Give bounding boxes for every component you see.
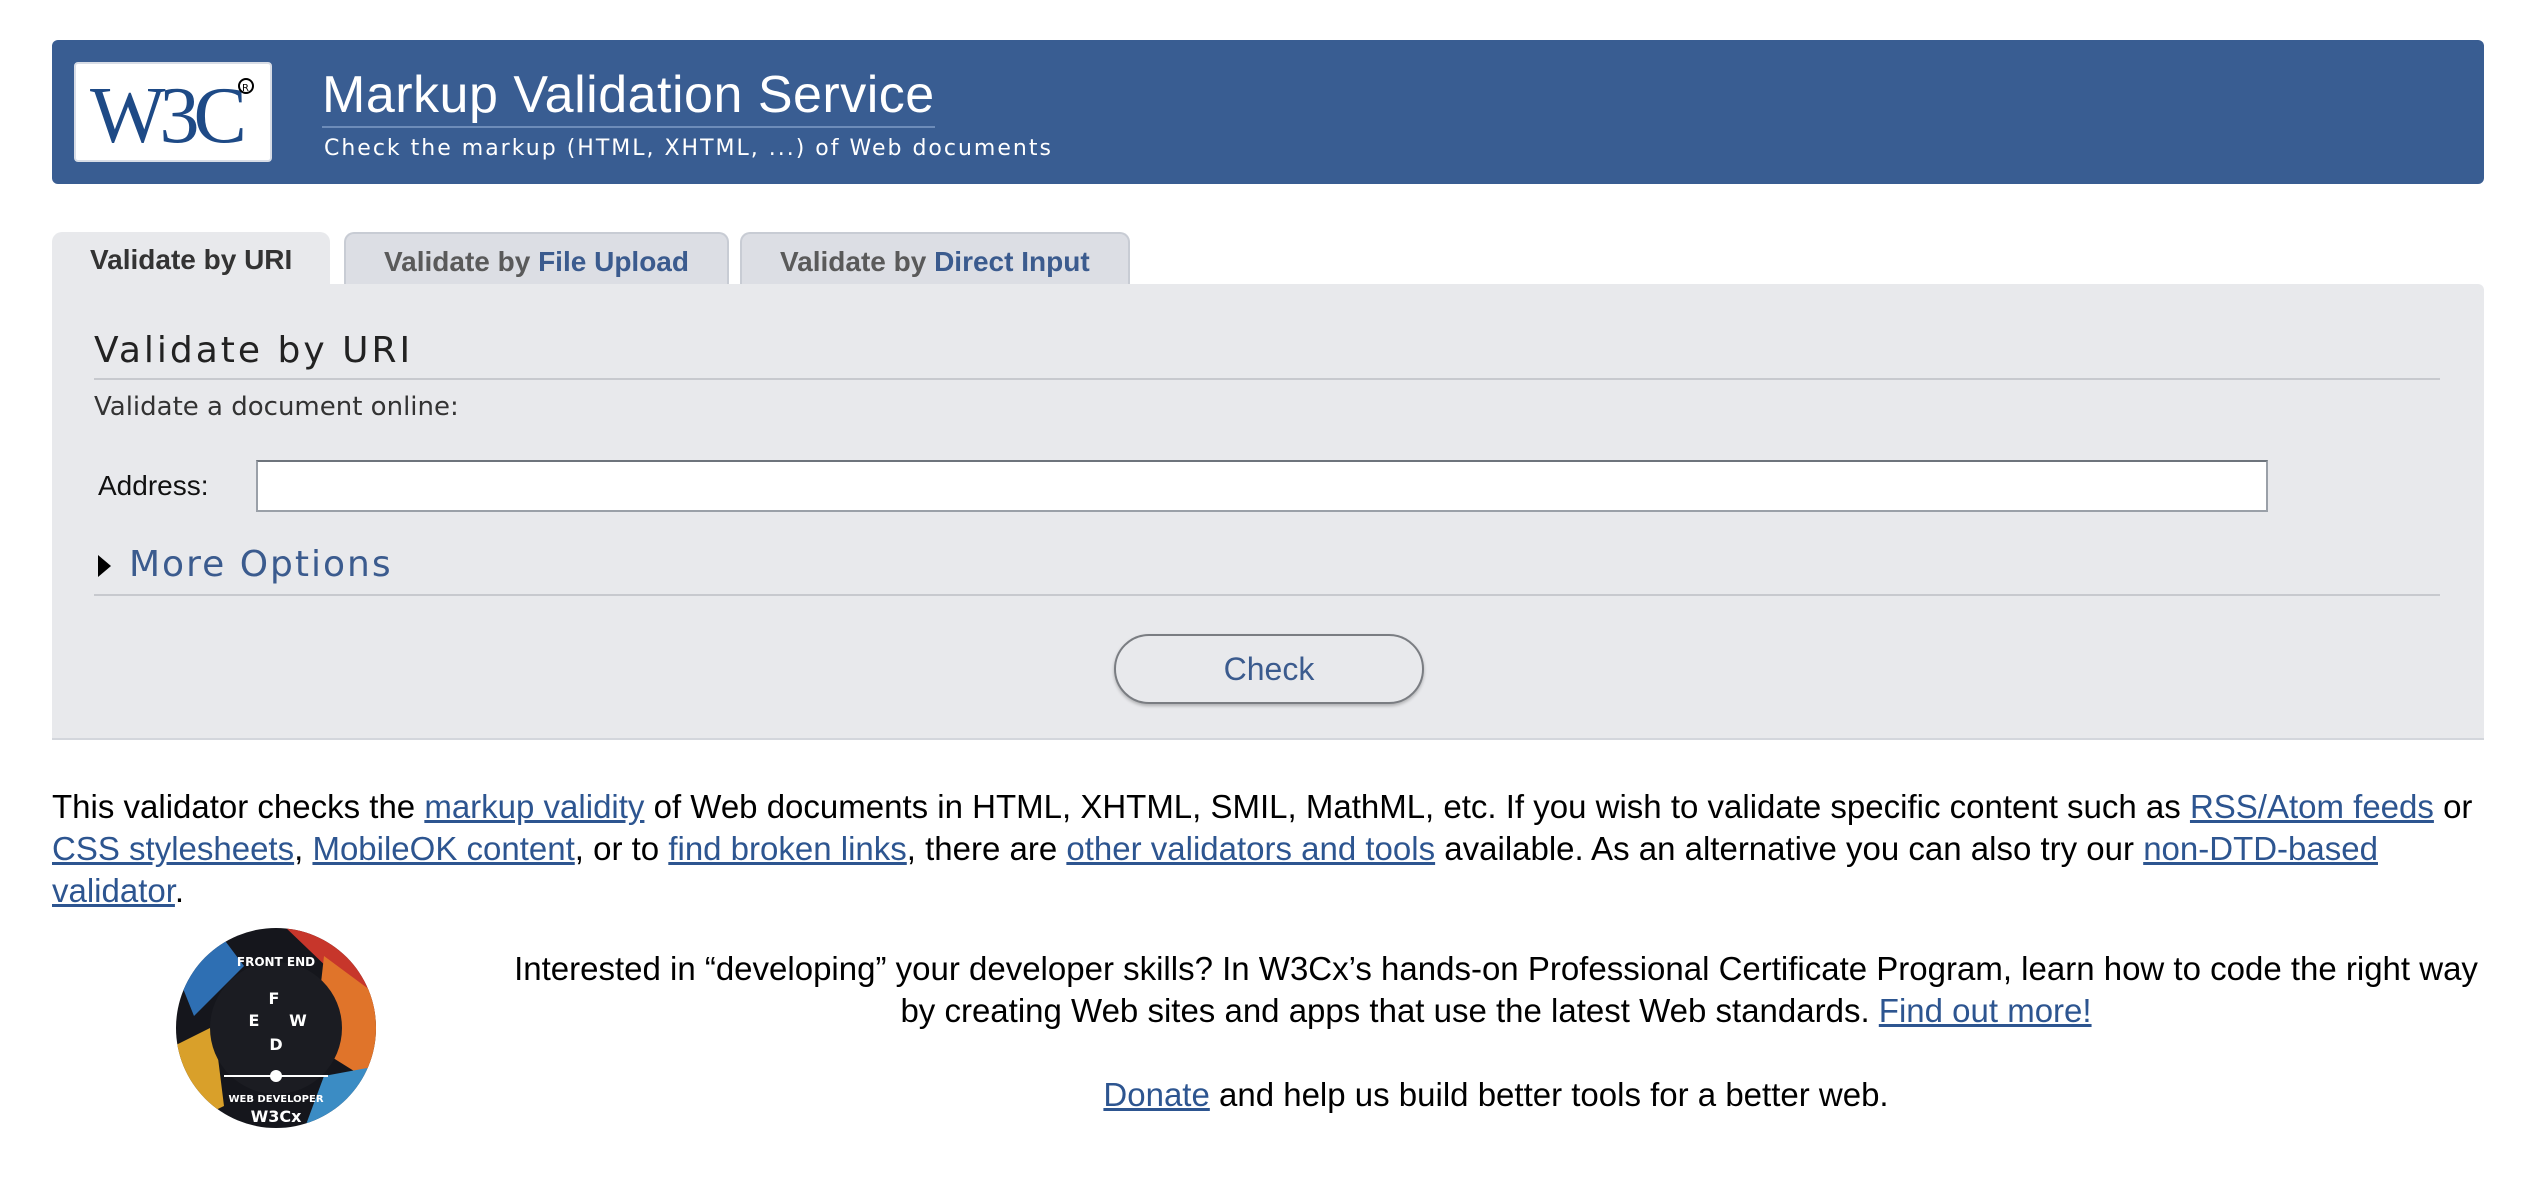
- badge-text: WEB DEVELOPER: [228, 1094, 323, 1105]
- link-find-broken-links[interactable]: find broken links: [668, 830, 906, 867]
- intro-paragraph: This validator checks the markup validit…: [52, 786, 2492, 912]
- svg-text:R: R: [242, 83, 249, 94]
- w3c-logo[interactable]: W3C R: [74, 62, 272, 162]
- link-markup-validity[interactable]: markup validity: [424, 788, 644, 825]
- promo-text: Interested in “developing” your develope…: [514, 950, 2478, 1029]
- more-options-label: More Options: [129, 544, 393, 585]
- heading-divider: [94, 378, 2440, 380]
- badge-text: FRONT END: [237, 955, 315, 969]
- tab-validate-by-uri[interactable]: Validate by URI: [52, 232, 331, 286]
- disclosure-triangle-icon: [98, 554, 111, 577]
- intro-text: , or to: [574, 830, 669, 867]
- w3cx-front-end-badge[interactable]: FRONT END WEB DEVELOPER F E W D W3Cx: [174, 926, 378, 1130]
- more-options-toggle[interactable]: More Options: [98, 544, 393, 585]
- link-rss-atom-feeds[interactable]: RSS/Atom feeds: [2190, 788, 2434, 825]
- check-button[interactable]: Check: [1114, 634, 1424, 704]
- panel-heading: Validate by URI: [94, 330, 414, 371]
- address-label: Address:: [98, 470, 209, 501]
- intro-text: or: [2433, 788, 2473, 825]
- page-title: Markup Validation Service: [322, 66, 935, 128]
- link-mobileok-content[interactable]: MobileOK content: [312, 830, 574, 867]
- badge-text: F: [269, 989, 280, 1008]
- link-css-stylesheets[interactable]: CSS stylesheets: [52, 830, 294, 867]
- address-input[interactable]: [256, 460, 2268, 512]
- validate-by-uri-panel: Validate by URI Validate a document onli…: [52, 284, 2484, 740]
- donate-paragraph: Donate and help us build better tools fo…: [500, 1074, 2492, 1116]
- intro-text: This validator checks the: [52, 788, 425, 825]
- page-subtitle: Check the markup (HTML, XHTML, ...) of W…: [324, 136, 1053, 161]
- tab-validate-by-file-upload[interactable]: Validate by File Upload: [344, 232, 729, 284]
- tab-validate-by-direct-input[interactable]: Validate by Direct Input: [740, 232, 1130, 284]
- badge-text: W3Cx: [251, 1107, 303, 1126]
- badge-text: E: [249, 1011, 260, 1030]
- intro-text: available. As an alternative you can als…: [1435, 830, 2144, 867]
- link-donate[interactable]: Donate: [1103, 1076, 1209, 1113]
- w3c-logo-text: W3C: [90, 72, 243, 160]
- panel-description: Validate a document online:: [94, 392, 459, 422]
- tab-label-highlight: Direct Input: [934, 246, 1090, 277]
- intro-text: .: [174, 872, 185, 909]
- badge-text: D: [269, 1035, 282, 1054]
- options-divider: [94, 594, 2440, 596]
- header-banner: W3C R Markup Validation Service Check th…: [52, 40, 2484, 184]
- intro-text: , there are: [906, 830, 1067, 867]
- tab-label-prefix: Validate by: [384, 246, 539, 277]
- tab-label-prefix: Validate by: [780, 246, 935, 277]
- link-other-validators[interactable]: other validators and tools: [1066, 830, 1435, 867]
- badge-text: W: [289, 1011, 307, 1030]
- tab-label-highlight: File Upload: [538, 246, 689, 277]
- tab-label-prefix: Validate by: [90, 244, 245, 275]
- promo-paragraph: Interested in “developing” your develope…: [500, 948, 2492, 1032]
- intro-text: ,: [294, 830, 313, 867]
- link-find-out-more[interactable]: Find out more!: [1879, 992, 2092, 1029]
- intro-text: of Web documents in HTML, XHTML, SMIL, M…: [644, 788, 2190, 825]
- tab-label-highlight: URI: [244, 244, 293, 275]
- donate-text: and help us build better tools for a bet…: [1209, 1076, 1889, 1113]
